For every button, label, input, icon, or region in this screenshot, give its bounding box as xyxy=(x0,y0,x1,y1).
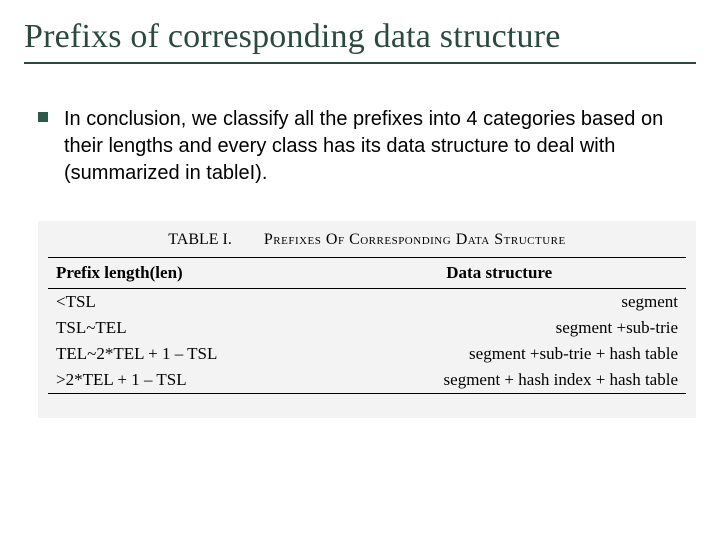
table-container: TABLE I. Prefixes Of Corresponding Data … xyxy=(38,221,696,418)
cell-prefix-length: TEL~2*TEL + 1 – TSL xyxy=(48,341,313,367)
cell-data-structure: segment xyxy=(313,289,687,316)
table-header-row: Prefix length(len) Data structure xyxy=(48,258,686,289)
cell-data-structure: segment +sub-trie xyxy=(313,315,687,341)
cell-prefix-length: TSL~TEL xyxy=(48,315,313,341)
table-caption-text: Prefixes Of Corresponding Data Structure xyxy=(264,231,566,248)
cell-prefix-length: <TSL xyxy=(48,289,313,316)
bullet-text: In conclusion, we classify all the prefi… xyxy=(64,106,696,187)
table-number: TABLE I. xyxy=(168,231,232,248)
table-row: <TSL segment xyxy=(48,289,686,316)
col-header-data-structure: Data structure xyxy=(313,258,687,289)
slide-body: In conclusion, we classify all the prefi… xyxy=(24,106,696,418)
table-row: TSL~TEL segment +sub-trie xyxy=(48,315,686,341)
title-underline xyxy=(24,62,696,64)
bullet-item: In conclusion, we classify all the prefi… xyxy=(38,106,696,187)
slide-title: Prefixs of corresponding data structure xyxy=(24,18,696,56)
cell-data-structure: segment +sub-trie + hash table xyxy=(313,341,687,367)
cell-prefix-length: >2*TEL + 1 – TSL xyxy=(48,367,313,394)
table-row: TEL~2*TEL + 1 – TSL segment +sub-trie + … xyxy=(48,341,686,367)
col-header-prefix-length: Prefix length(len) xyxy=(48,258,313,289)
table-row: >2*TEL + 1 – TSL segment + hash index + … xyxy=(48,367,686,394)
square-bullet-icon xyxy=(38,112,48,122)
slide: Prefixs of corresponding data structure … xyxy=(0,0,720,540)
cell-data-structure: segment + hash index + hash table xyxy=(313,367,687,394)
data-table: Prefix length(len) Data structure <TSL s… xyxy=(48,257,686,394)
table-caption: TABLE I. Prefixes Of Corresponding Data … xyxy=(48,231,686,249)
